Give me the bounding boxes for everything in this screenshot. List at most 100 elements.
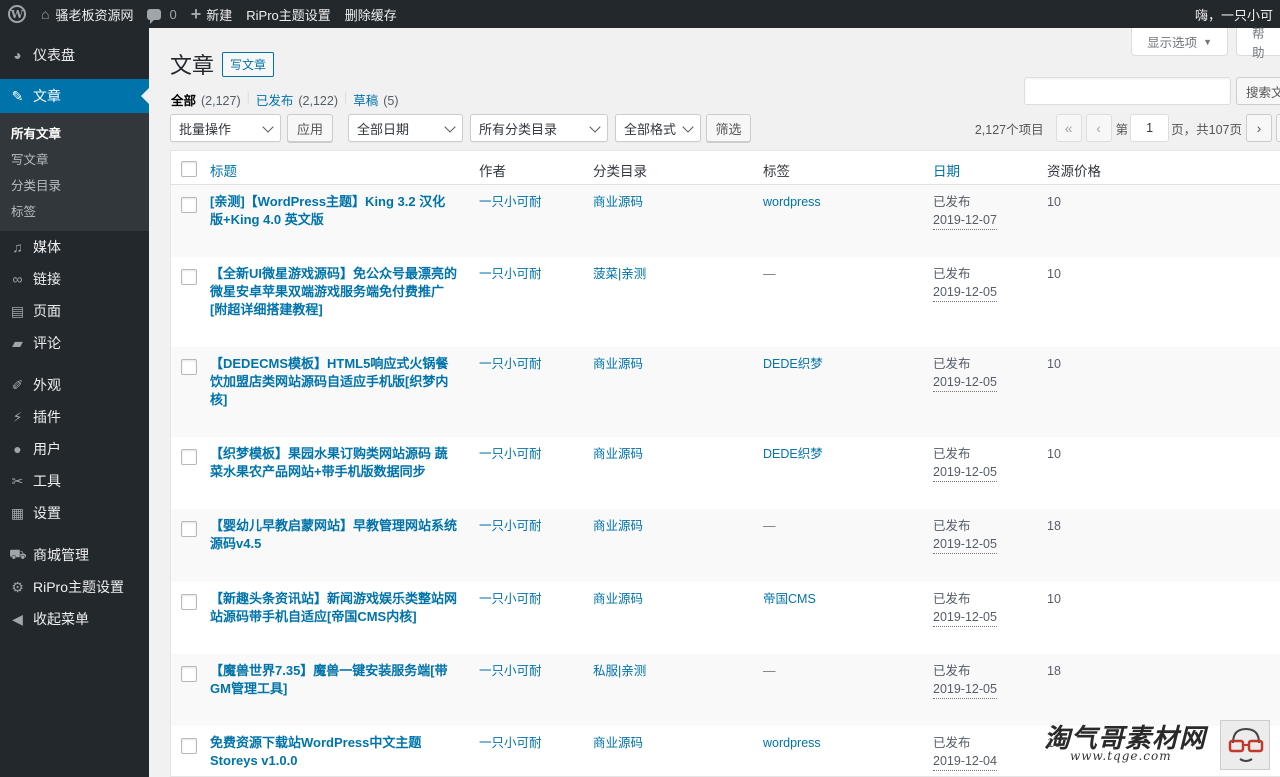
wordpress-logo-button[interactable]: W: [0, 0, 34, 28]
submenu-tags[interactable]: 标签: [0, 197, 149, 223]
post-category-link[interactable]: 私服|亲测: [593, 662, 646, 680]
sidebar-item-dashboard[interactable]: ◕ 仪表盘: [0, 39, 149, 71]
row-checkbox[interactable]: [181, 359, 197, 375]
row-checkbox[interactable]: [181, 666, 197, 682]
help-button[interactable]: 帮助: [1236, 27, 1280, 60]
date-filter-select[interactable]: 全部日期: [348, 114, 463, 142]
post-date: 2019-12-05: [933, 535, 997, 554]
post-author-link[interactable]: 一只小可耐: [479, 517, 542, 535]
post-tag-link[interactable]: wordpress: [763, 734, 821, 752]
post-title-link[interactable]: 免费资源下载站WordPress中文主题Storeys v1.0.0: [210, 734, 458, 770]
post-category-link[interactable]: 商业源码: [593, 193, 643, 211]
screen-options-button[interactable]: 显示选项 ▼: [1131, 28, 1228, 56]
post-tag-link[interactable]: wordpress: [763, 193, 821, 211]
sidebar-item-collapse[interactable]: ◀ 收起菜单: [0, 603, 149, 635]
search-input[interactable]: [1024, 77, 1231, 105]
sidebar-item-posts[interactable]: ✎ 文章: [0, 79, 149, 113]
table-row: 【魔兽世界7.35】魔兽一键安装服务端[带GM管理工具] 一只小可耐 私服|亲测…: [171, 654, 1280, 726]
main-content: 显示选项 ▼ 帮助 文章 写文章 全部 (2,127) | 已发布 (2,122) |…: [149, 27, 1280, 777]
post-author-link[interactable]: 一只小可耐: [479, 355, 542, 373]
format-filter-select[interactable]: 全部格式: [615, 114, 701, 142]
filter-button[interactable]: 筛选: [706, 114, 751, 142]
post-status: 已发布: [933, 267, 971, 281]
screen-meta-links: 显示选项 ▼ 帮助: [1123, 27, 1280, 60]
submenu-add-new[interactable]: 写文章: [0, 145, 149, 171]
post-status: 已发布: [933, 736, 971, 750]
post-price: 10: [1047, 267, 1061, 281]
row-checkbox[interactable]: [181, 449, 197, 465]
chevron-down-icon: [589, 121, 601, 133]
theme-settings-link[interactable]: RiPro主题设置: [239, 0, 338, 28]
post-tag-link[interactable]: 帝国CMS: [763, 590, 816, 608]
row-checkbox[interactable]: [181, 738, 197, 754]
sidebar-item-pages[interactable]: ▤ 页面: [0, 295, 149, 327]
post-author-link[interactable]: 一只小可耐: [479, 590, 542, 608]
sidebar-item-media[interactable]: ♫ 媒体: [0, 231, 149, 263]
post-title-link[interactable]: 【婴幼儿早教启蒙网站】早教管理网站系统源码v4.5: [210, 517, 458, 553]
clear-cache-link[interactable]: 删除缓存: [338, 0, 404, 28]
post-category-link[interactable]: 商业源码: [593, 517, 643, 535]
select-all-checkbox[interactable]: [181, 161, 197, 177]
sidebar-item-appearance[interactable]: ✐ 外观: [0, 369, 149, 401]
post-title-link[interactable]: 【织梦模板】果园水果订购类网站源码 蔬菜水果农产品网站+带手机版数据同步: [210, 445, 458, 481]
submenu-categories[interactable]: 分类目录: [0, 171, 149, 197]
post-category-link[interactable]: 菠菜|亲测: [593, 265, 646, 283]
sidebar-item-comments[interactable]: ▰ 评论: [0, 327, 149, 359]
chevron-down-icon: [262, 121, 274, 133]
post-title-link[interactable]: 【DEDECMS模板】HTML5响应式火锅餐饮加盟店类网站源码自适应手机版[织梦…: [210, 355, 458, 409]
sidebar-item-settings[interactable]: ▦ 设置: [0, 497, 149, 529]
view-drafts[interactable]: 草稿 (5): [353, 90, 398, 109]
post-category-link[interactable]: 商业源码: [593, 590, 643, 608]
chevron-down-icon: [682, 121, 694, 133]
site-name-link[interactable]: ⌂ 骚老板资源网: [34, 0, 140, 28]
table-row: [亲测]【WordPress主题】King 3.2 汉化版+King 4.0 英…: [171, 185, 1280, 257]
post-title-link[interactable]: 【全新UI微星游戏源码】免公众号最漂亮的微星安卓苹果双端游戏服务端免付费推广[附…: [210, 265, 458, 319]
comments-link[interactable]: 0: [140, 0, 183, 28]
post-author-link[interactable]: 一只小可耐: [479, 265, 542, 283]
post-author-link[interactable]: 一只小可耐: [479, 662, 542, 680]
category-filter-select[interactable]: 所有分类目录: [470, 114, 608, 142]
post-date: 2019-12-04: [933, 752, 997, 771]
search-posts-button[interactable]: 搜索文章: [1236, 77, 1280, 105]
post-category-link[interactable]: 商业源码: [593, 445, 643, 463]
post-author-link[interactable]: 一只小可耐: [479, 445, 542, 463]
post-title-link[interactable]: 【魔兽世界7.35】魔兽一键安装服务端[带GM管理工具]: [210, 662, 458, 698]
comment-bubble-icon: [147, 8, 162, 24]
apply-button[interactable]: 应用: [287, 114, 333, 142]
sidebar-item-links[interactable]: ∞ 链接: [0, 263, 149, 295]
post-author-link[interactable]: 一只小可耐: [479, 193, 542, 211]
sidebar-item-plugins[interactable]: ⚡ 插件: [0, 401, 149, 433]
sidebar-item-tools[interactable]: ✂ 工具: [0, 465, 149, 497]
new-content-link[interactable]: + 新建: [184, 0, 240, 28]
post-price: 10: [1047, 447, 1061, 461]
current-page-input[interactable]: 1: [1130, 114, 1170, 142]
post-category-link[interactable]: 商业源码: [593, 355, 643, 373]
view-published[interactable]: 已发布 (2,122): [256, 90, 338, 109]
bulk-actions-select[interactable]: 批量操作: [170, 114, 281, 142]
post-title-link[interactable]: 【新趣头条资讯站】新闻游戏娱乐类整站网站源码带手机自适应[帝国CMS内核]: [210, 590, 458, 626]
column-author: 作者: [479, 164, 506, 179]
submenu-all-posts[interactable]: 所有文章: [0, 119, 149, 145]
row-checkbox[interactable]: [181, 269, 197, 285]
post-author-link[interactable]: 一只小可耐: [479, 734, 542, 752]
add-new-post-button[interactable]: 写文章: [222, 51, 275, 77]
row-checkbox[interactable]: [181, 521, 197, 537]
row-checkbox[interactable]: [181, 594, 197, 610]
wrench-icon: ✂: [11, 472, 24, 489]
next-page-button[interactable]: ›: [1246, 114, 1272, 142]
column-title[interactable]: 标题: [210, 160, 237, 180]
view-all[interactable]: 全部 (2,127): [171, 90, 241, 109]
row-checkbox[interactable]: [181, 197, 197, 213]
post-price: 10: [1047, 195, 1061, 209]
sidebar-item-ripro-settings[interactable]: ⚙ RiPro主题设置: [0, 571, 149, 603]
post-tag-link[interactable]: DEDE织梦: [763, 355, 823, 373]
sidebar-item-shop[interactable]: ⛟ 商城管理: [0, 539, 149, 571]
post-tag-link[interactable]: DEDE织梦: [763, 445, 823, 463]
post-title-link[interactable]: [亲测]【WordPress主题】King 3.2 汉化版+King 4.0 英…: [210, 193, 458, 229]
last-page-button[interactable]: [1276, 114, 1280, 142]
post-category-link[interactable]: 商业源码: [593, 734, 643, 752]
search-box: 搜索文章: [1024, 77, 1280, 105]
column-date[interactable]: 日期: [933, 160, 960, 180]
post-price: 18: [1047, 664, 1061, 678]
sidebar-item-users[interactable]: ● 用户: [0, 433, 149, 465]
